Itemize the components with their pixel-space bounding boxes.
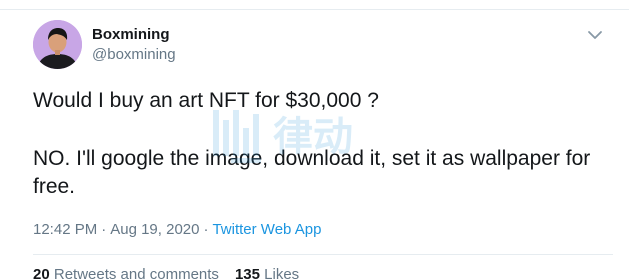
meta-separator: · — [101, 221, 107, 238]
tweet-text-line-1: Would I buy an art NFT for $30,000 ? — [33, 89, 379, 112]
tweet-stats: 20 Retweets and comments 135 Likes — [33, 266, 299, 279]
tweet-text: Would I buy an art NFT for $30,000 ? NO.… — [33, 87, 603, 201]
display-name[interactable]: Boxmining — [92, 26, 176, 44]
user-handle[interactable]: @boxmining — [92, 46, 176, 64]
avatar[interactable] — [33, 20, 82, 69]
tweet-header: Boxmining @boxmining — [33, 20, 613, 72]
retweets-stat[interactable]: 20 Retweets and comments — [33, 266, 219, 279]
retweets-label: Retweets and comments — [53, 266, 219, 279]
avatar-image — [33, 20, 82, 69]
likes-count: 135 — [234, 266, 260, 279]
tweet-source-link[interactable]: Twitter Web App — [212, 221, 321, 238]
chevron-down-icon[interactable] — [584, 24, 606, 46]
tweet-card: Boxmining @boxmining Would I buy an art … — [0, 0, 629, 279]
tweet-date[interactable]: Aug 19, 2020 — [110, 221, 199, 238]
tweet-time[interactable]: 12:42 PM — [33, 221, 97, 238]
tweet-text-line-2: NO. I'll google the image, download it, … — [33, 147, 591, 198]
stats-divider — [33, 254, 613, 255]
likes-stat[interactable]: 135 Likes — [235, 266, 299, 279]
likes-label: Likes — [264, 266, 300, 279]
top-divider — [0, 9, 629, 10]
meta-separator: · — [203, 221, 209, 238]
retweets-count: 20 — [33, 266, 50, 279]
tweet-meta: 12:42 PM · Aug 19, 2020 · Twitter Web App — [33, 221, 321, 239]
author-names: Boxmining @boxmining — [92, 26, 176, 64]
